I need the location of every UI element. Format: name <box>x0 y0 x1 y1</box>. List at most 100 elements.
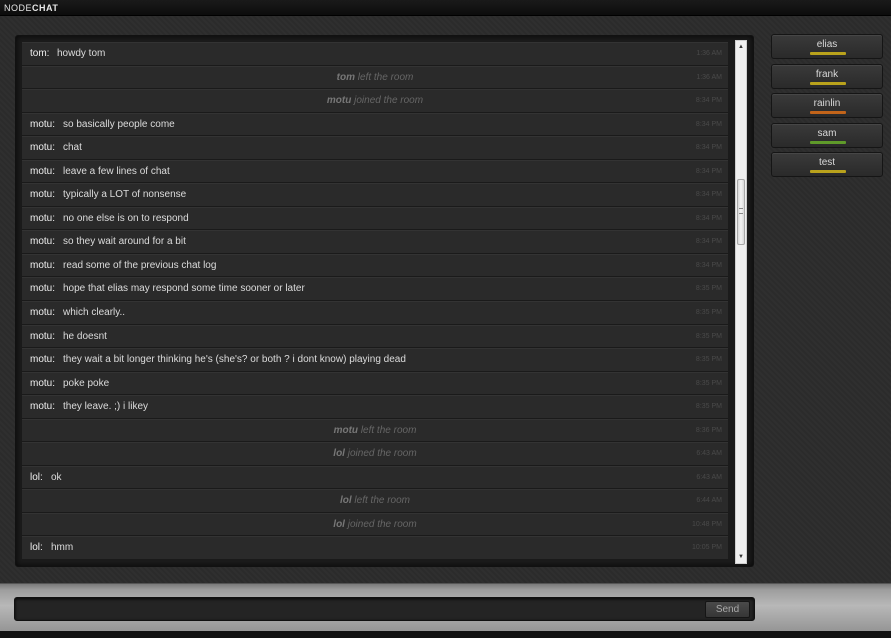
user-name: sam <box>817 127 837 139</box>
message-row: motu: which clearly.. 8:35 PM <box>22 301 728 325</box>
user-button-elias[interactable]: elias <box>771 34 883 59</box>
message-timestamp: 8:35 PM <box>695 332 722 340</box>
message-timestamp: 8:34 PM <box>695 144 722 152</box>
message-row: motu: so basically people come 8:34 PM <box>22 112 728 137</box>
message-timestamp: 6:44 AM <box>696 497 722 505</box>
message-text: they leave. ;) i likey <box>63 401 149 413</box>
message-text: hope that elias may respond some time so… <box>63 283 305 295</box>
event-row: lol joined the room 10:48 PM <box>22 512 728 537</box>
message-row: motu: chat 8:34 PM <box>22 136 728 160</box>
message-timestamp: 6:43 AM <box>696 473 722 481</box>
message-nick[interactable]: lol: <box>30 537 43 559</box>
event-action: left the room <box>354 495 411 507</box>
message-text: typically a LOT of nonsense <box>63 189 187 201</box>
message-row: lol: hmm 10:05 PM <box>22 536 728 560</box>
message-timestamp: 8:35 PM <box>695 309 722 317</box>
event-row: motu joined the room 8:34 PM <box>22 89 728 113</box>
event-user: motu <box>333 424 359 436</box>
message-nick[interactable]: motu: <box>30 278 55 300</box>
message-text: so they wait around for a bit <box>63 236 186 248</box>
user-status-indicator <box>810 52 846 55</box>
message-timestamp: 10:05 PM <box>692 544 722 552</box>
user-status-indicator <box>810 81 846 85</box>
user-list: elias frank rainlin sam test <box>771 34 883 182</box>
message-nick[interactable]: motu: <box>30 137 55 159</box>
user-button-sam[interactable]: sam <box>771 122 883 148</box>
message-nick[interactable]: motu: <box>30 396 55 418</box>
message-nick[interactable]: motu: <box>30 161 55 183</box>
message-text: so basically people come <box>63 118 175 130</box>
event-row: lol joined the room 6:43 AM <box>22 442 728 466</box>
message-nick[interactable]: motu: <box>30 184 55 206</box>
message-timestamp: 8:35 PM <box>695 285 722 293</box>
chat-log-panel: tom: howdy tom 1:36 AM tom left the room 1:3… <box>15 35 754 567</box>
event-action: joined the room <box>354 95 424 107</box>
event-text: motu joined the room <box>22 90 728 112</box>
message-text: no one else is on to respond <box>63 212 189 224</box>
message-row: motu: typically a LOT of nonsense 8:34 PM <box>22 183 728 207</box>
event-action: left the room <box>357 71 414 83</box>
message-row: motu: so they wait around for a bit 8:34 P… <box>22 230 728 254</box>
message-row: motu: they wait a bit longer thinking he'… <box>22 348 728 372</box>
message-timestamp: 8:34 PM <box>695 261 722 269</box>
message-timestamp: 8:34 PM <box>695 214 722 222</box>
message-timestamp: 1:36 AM <box>696 73 722 81</box>
message-timestamp: 8:35 PM <box>695 356 722 364</box>
message-input-wrapper: Send <box>14 597 755 621</box>
message-nick[interactable]: motu: <box>30 255 55 277</box>
user-button-rainlin[interactable]: rainlin <box>771 93 883 119</box>
message-input[interactable] <box>19 600 699 618</box>
user-button-test[interactable]: test <box>771 152 883 178</box>
event-action: left the room <box>360 424 417 436</box>
scroll-thumb[interactable] <box>737 179 745 245</box>
message-row: motu: they leave. ;) i likey 8:35 PM <box>22 395 728 419</box>
event-text: motu left the room <box>22 420 728 442</box>
message-text: hmm <box>51 542 74 554</box>
message-text: read some of the previous chat log <box>63 259 217 271</box>
message-nick[interactable]: motu: <box>30 326 55 348</box>
message-nick[interactable]: motu: <box>30 373 55 395</box>
message-timestamp: 6:43 AM <box>696 450 722 458</box>
user-status-indicator <box>810 170 846 174</box>
event-action: joined the room <box>347 448 417 460</box>
message-row: motu: poke poke 8:35 PM <box>22 371 728 396</box>
message-nick[interactable]: motu: <box>30 114 55 136</box>
message-timestamp: 8:36 PM <box>695 426 722 434</box>
message-list: tom: howdy tom 1:36 AM tom left the room 1:3… <box>22 42 728 560</box>
message-text: poke poke <box>63 377 110 389</box>
message-text: they wait a bit longer thinking he's (sh… <box>63 354 406 366</box>
message-row: motu: read some of the previous chat log 8… <box>22 253 728 278</box>
event-text: lol joined the room <box>22 443 728 465</box>
scroll-down-arrow-icon[interactable]: ▼ <box>736 551 746 563</box>
message-nick[interactable]: motu: <box>30 231 55 253</box>
message-timestamp: 1:36 AM <box>696 50 722 57</box>
message-timestamp: 8:34 PM <box>695 97 722 105</box>
message-nick[interactable]: motu: <box>30 302 55 324</box>
message-timestamp: 10:48 PM <box>692 520 722 528</box>
message-row: tom: howdy tom 1:36 AM <box>22 42 728 66</box>
message-nick[interactable]: motu: <box>30 208 55 230</box>
message-timestamp: 8:34 PM <box>695 167 722 175</box>
event-action: joined the room <box>347 518 417 530</box>
message-nick[interactable]: tom: <box>30 43 49 65</box>
chat-scrollbar[interactable]: ▲ ▼ <box>735 40 747 564</box>
message-text: howdy tom <box>57 48 106 59</box>
event-text: lol joined the room <box>22 514 728 536</box>
message-row: motu: hope that elias may respond some ti… <box>22 277 728 302</box>
user-status-indicator <box>810 140 846 144</box>
event-user: lol <box>333 518 345 530</box>
user-name: frank <box>815 68 839 80</box>
user-status-indicator <box>810 111 846 115</box>
scroll-up-arrow-icon[interactable]: ▲ <box>736 41 746 53</box>
user-button-frank[interactable]: frank <box>771 63 883 89</box>
composer-bar: Send <box>0 583 891 638</box>
message-timestamp: 8:34 PM <box>695 120 722 128</box>
message-nick[interactable]: lol: <box>30 467 43 489</box>
app-logo: NODECHAT <box>4 3 59 13</box>
message-row: motu: no one else is on to respond 8:34 PM <box>22 206 728 231</box>
user-name: test <box>818 157 836 169</box>
send-button[interactable]: Send <box>705 601 750 618</box>
message-nick[interactable]: motu: <box>30 349 55 371</box>
message-row: motu: he doesnt 8:35 PM <box>22 324 728 349</box>
message-text: which clearly.. <box>63 307 126 319</box>
